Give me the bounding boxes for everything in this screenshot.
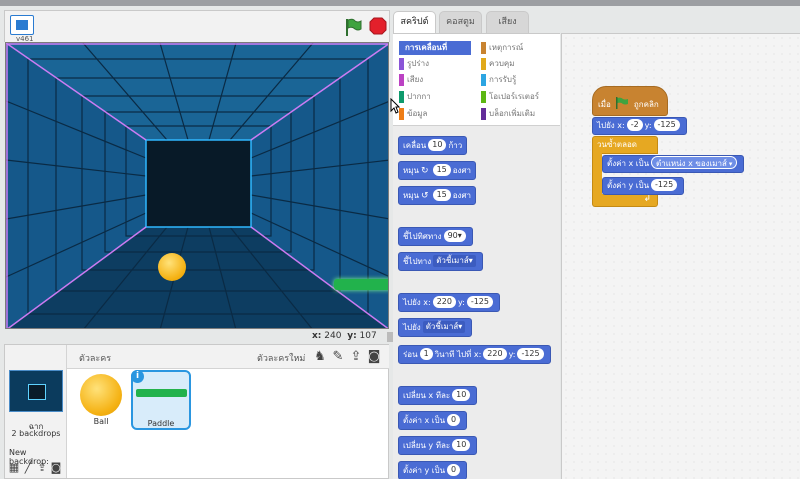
sprite-name: Paddle <box>147 419 175 428</box>
fullscreen-button[interactable] <box>10 15 34 35</box>
script-set-x-block[interactable]: ตั้งค่า x เป็น ตำแหน่ง x ของเมาส์ ▾ <box>602 155 745 173</box>
backdrop-thumbnail[interactable] <box>9 370 63 412</box>
category-sound[interactable]: เสียง <box>399 73 423 87</box>
turn-left-icon: ↺ <box>421 191 429 201</box>
ball-sprite[interactable] <box>158 253 186 281</box>
category-pen[interactable]: ปากกา <box>399 90 431 104</box>
category-motion[interactable]: การเคลื่อนที่ <box>399 41 471 55</box>
paint-sprite-icon[interactable]: ✎ <box>330 349 346 365</box>
mouse-x-reporter[interactable]: ตำแหน่ง x ของเมาส์ ▾ <box>651 156 738 169</box>
tab-scripts[interactable]: สคริปต์ <box>393 11 436 33</box>
script-set-y-block[interactable]: ตั้งค่า y เป็น -125 <box>602 177 685 195</box>
stop-sign-icon[interactable] <box>369 17 387 35</box>
block-goto-xy[interactable]: ไปยัง x: 220 y: -125 <box>398 293 500 312</box>
paddle-thumbnail <box>136 389 187 397</box>
script-goto-xy-block[interactable]: ไปยัง x: -2 y: -125 <box>592 117 687 135</box>
sprite-pane: ฉาก 2 backdrops New backdrop: ▦ ╱ ⇪ ◙ ตั… <box>4 344 389 479</box>
sprite-tile-paddle[interactable]: i Paddle <box>131 370 191 430</box>
category-events[interactable]: เหตุการณ์ <box>481 41 523 55</box>
block-change-y[interactable]: เปลี่ยน y ทีละ 10 <box>398 436 478 455</box>
block-turn-left[interactable]: หมุน ↺ 15 องศา <box>398 186 477 205</box>
new-sprite-label: ตัวละครใหม่ <box>257 354 306 364</box>
backdrops-count: 2 backdrops <box>11 429 61 438</box>
category-data[interactable]: ข้อมูล <box>399 107 427 121</box>
paint-backdrop-icon[interactable]: ▦ <box>8 461 20 474</box>
loop-arrow-icon: ↲ <box>643 194 651 204</box>
sprites-title: ตัวละคร <box>79 354 112 364</box>
paddle-sprite[interactable] <box>334 279 388 290</box>
brush-backdrop-icon[interactable]: ╱ <box>22 461 34 474</box>
sprite-tile-ball[interactable]: Ball <box>71 370 131 430</box>
turn-right-icon: ↻ <box>421 166 429 176</box>
category-operators[interactable]: โอเปอร์เรเตอร์ <box>481 90 539 104</box>
tab-sounds[interactable]: เสียง <box>486 11 529 33</box>
sprite-library-icon[interactable]: ♞ <box>312 349 328 365</box>
block-point-direction[interactable]: ชี้ไปทิศทาง 90▾ <box>398 227 473 246</box>
when-flag-clicked-block[interactable]: เมื่อ ถูกคลิก <box>592 86 668 116</box>
coord-y-value: 107 <box>359 331 377 341</box>
block-change-x[interactable]: เปลี่ยน x ทีละ 10 <box>398 386 478 405</box>
upload-backdrop-icon[interactable]: ⇪ <box>36 461 48 474</box>
block-palette: เคลื่อน 10 ก้าว หมุน ↻ 15 องศา หมุน ↺ 15 องศา ชี… <box>393 125 560 479</box>
menubar <box>0 0 800 6</box>
tab-costumes[interactable]: คอสตูม <box>439 11 482 33</box>
forever-block-bottom: ↲ <box>592 194 658 207</box>
category-sensing[interactable]: การรับรู้ <box>481 73 516 87</box>
category-control[interactable]: ควบคุม <box>481 57 515 71</box>
green-flag-icon[interactable] <box>343 17 363 37</box>
category-looks[interactable]: รูปร่าง <box>399 57 429 71</box>
mouse-cursor-icon <box>390 98 400 114</box>
block-goto[interactable]: ไปยัง ตัวชี้เมาส์▾ <box>398 318 473 337</box>
block-point-towards[interactable]: ชี้ไปทาง ตัวชี้เมาส์▾ <box>398 252 483 271</box>
stage-selector[interactable]: ฉาก 2 backdrops New backdrop: ▦ ╱ ⇪ ◙ <box>5 345 67 478</box>
stage-canvas[interactable] <box>5 42 389 329</box>
ball-thumbnail <box>80 374 122 416</box>
tunnel-backdrop <box>6 43 388 328</box>
mouse-coordinates: x: 240 y: 107 <box>312 331 377 341</box>
upload-sprite-icon[interactable]: ⇪ <box>348 349 364 365</box>
forever-block[interactable]: วนซ้ำตลอด <box>592 136 658 154</box>
block-turn-right[interactable]: หมุน ↻ 15 องศา <box>398 161 477 180</box>
camera-sprite-icon[interactable]: ◙ <box>366 349 382 365</box>
block-set-y[interactable]: ตั้งค่า y เป็น 0 <box>398 461 468 479</box>
block-set-x[interactable]: ตั้งค่า x เป็น 0 <box>398 411 468 430</box>
info-icon[interactable]: i <box>131 370 144 383</box>
sprite-pane-header: ตัวละคร ตัวละครใหม่ ♞ ✎ ⇪ ◙ <box>67 345 389 369</box>
stage-header: v461 <box>4 10 390 43</box>
forever-block-arm <box>592 153 602 195</box>
green-flag-icon <box>616 97 629 109</box>
camera-backdrop-icon[interactable]: ◙ <box>50 461 62 474</box>
block-move-steps[interactable]: เคลื่อน 10 ก้าว <box>398 136 468 155</box>
block-categories: การเคลื่อนที่ รูปร่าง เสียง ปากกา ข้อมูล… <box>393 33 560 125</box>
block-glide[interactable]: ร่อน 1 วินาที ไปที่ x: 220 y: -125 <box>398 345 551 364</box>
category-more-blocks[interactable]: บล็อกเพิ่มเติม <box>481 107 535 121</box>
sprite-name: Ball <box>93 417 109 426</box>
coord-x-value: 240 <box>324 331 342 341</box>
